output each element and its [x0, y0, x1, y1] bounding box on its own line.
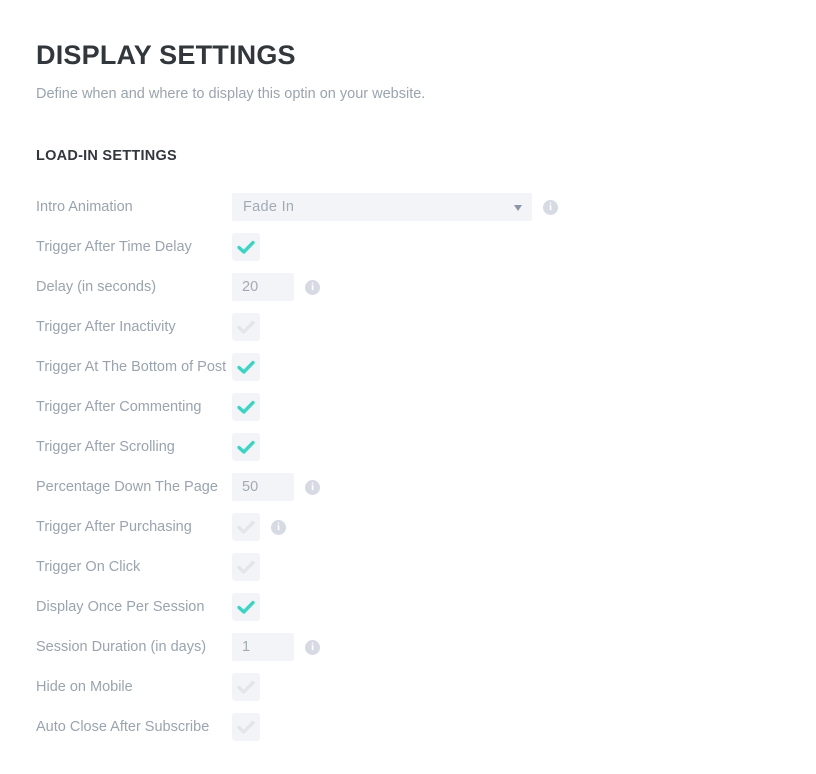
control-intro-animation: Fade In — [232, 193, 558, 221]
control-trigger-after-time-delay — [232, 233, 260, 261]
label-trigger-after-commenting: Trigger After Commenting — [36, 399, 202, 415]
checkbox-trigger-after-commenting[interactable] — [232, 393, 260, 421]
select-value-intro-animation: Fade In — [243, 199, 295, 215]
label-intro-animation: Intro Animation — [36, 199, 133, 215]
checkbox-trigger-after-inactivity[interactable] — [232, 313, 260, 341]
input-delay-in-seconds[interactable] — [232, 273, 294, 301]
page-subtitle: Define when and where to display this op… — [36, 86, 426, 102]
control-trigger-after-inactivity — [232, 313, 260, 341]
check-icon — [237, 600, 255, 614]
check-icon — [237, 360, 255, 374]
checkbox-trigger-at-the-bottom-of-post[interactable] — [232, 353, 260, 381]
control-trigger-after-purchasing — [232, 513, 286, 541]
settings-row-percentage-down-the-page: Percentage Down The Page — [36, 467, 776, 507]
check-icon — [237, 240, 255, 254]
info-icon[interactable] — [305, 279, 320, 295]
input-percentage-down-the-page[interactable] — [232, 473, 294, 501]
info-icon[interactable] — [305, 479, 320, 495]
display-settings-page: DISPLAY SETTINGS Define when and where t… — [0, 0, 816, 774]
chevron-down-icon — [514, 205, 522, 211]
label-trigger-after-time-delay: Trigger After Time Delay — [36, 239, 192, 255]
control-delay-in-seconds — [232, 273, 320, 301]
label-trigger-at-the-bottom-of-post: Trigger At The Bottom of Post — [36, 359, 227, 375]
check-icon — [237, 680, 255, 694]
checkbox-trigger-on-click[interactable] — [232, 553, 260, 581]
input-session-duration-in-days[interactable] — [232, 633, 294, 661]
settings-row-intro-animation: Intro Animation Fade In — [36, 187, 776, 227]
control-trigger-at-the-bottom-of-post — [232, 353, 260, 381]
settings-row-trigger-after-commenting: Trigger After Commenting — [36, 387, 776, 427]
settings-row-session-duration-in-days: Session Duration (in days) — [36, 627, 776, 667]
page-title: DISPLAY SETTINGS — [36, 40, 296, 70]
checkbox-trigger-after-purchasing[interactable] — [232, 513, 260, 541]
settings-rows: Intro Animation Fade In Trigger After Time… — [36, 187, 776, 747]
control-percentage-down-the-page — [232, 473, 320, 501]
info-icon[interactable] — [543, 199, 558, 215]
label-trigger-on-click: Trigger On Click — [36, 559, 141, 575]
select-intro-animation[interactable]: Fade In — [232, 193, 532, 221]
settings-row-display-once-per-session: Display Once Per Session — [36, 587, 776, 627]
settings-row-trigger-after-scrolling: Trigger After Scrolling — [36, 427, 776, 467]
control-display-once-per-session — [232, 593, 260, 621]
checkbox-trigger-after-scrolling[interactable] — [232, 433, 260, 461]
control-session-duration-in-days — [232, 633, 320, 661]
info-icon[interactable] — [305, 639, 320, 655]
label-trigger-after-inactivity: Trigger After Inactivity — [36, 319, 176, 335]
label-display-once-per-session: Display Once Per Session — [36, 599, 205, 615]
check-icon — [237, 520, 255, 534]
label-trigger-after-scrolling: Trigger After Scrolling — [36, 439, 175, 455]
settings-row-trigger-at-the-bottom-of-post: Trigger At The Bottom of Post — [36, 347, 776, 387]
settings-row-trigger-after-time-delay: Trigger After Time Delay — [36, 227, 776, 267]
settings-row-trigger-on-click: Trigger On Click — [36, 547, 776, 587]
control-trigger-on-click — [232, 553, 260, 581]
label-percentage-down-the-page: Percentage Down The Page — [36, 479, 218, 495]
label-delay-in-seconds: Delay (in seconds) — [36, 279, 157, 295]
settings-row-trigger-after-inactivity: Trigger After Inactivity — [36, 307, 776, 347]
checkbox-auto-close-after-subscribe[interactable] — [232, 713, 260, 741]
check-icon — [237, 560, 255, 574]
checkbox-display-once-per-session[interactable] — [232, 593, 260, 621]
settings-row-trigger-after-purchasing: Trigger After Purchasing — [36, 507, 776, 547]
check-icon — [237, 440, 255, 454]
load-in-settings-section: LOAD-IN SETTINGS Intro Animation Fade In T… — [36, 147, 776, 747]
page-header: DISPLAY SETTINGS Define when and where t… — [36, 38, 776, 104]
checkbox-hide-on-mobile[interactable] — [232, 673, 260, 701]
label-auto-close-after-subscribe: Auto Close After Subscribe — [36, 719, 210, 735]
settings-row-delay-in-seconds: Delay (in seconds) — [36, 267, 776, 307]
check-icon — [237, 400, 255, 414]
section-title: LOAD-IN SETTINGS — [36, 148, 177, 164]
info-icon[interactable] — [271, 519, 286, 535]
label-session-duration-in-days: Session Duration (in days) — [36, 639, 207, 655]
settings-row-auto-close-after-subscribe: Auto Close After Subscribe — [36, 707, 776, 747]
control-auto-close-after-subscribe — [232, 713, 260, 741]
check-icon — [237, 720, 255, 734]
check-icon — [237, 320, 255, 334]
control-hide-on-mobile — [232, 673, 260, 701]
settings-row-hide-on-mobile: Hide on Mobile — [36, 667, 776, 707]
label-hide-on-mobile: Hide on Mobile — [36, 679, 133, 695]
control-trigger-after-commenting — [232, 393, 260, 421]
control-trigger-after-scrolling — [232, 433, 260, 461]
checkbox-trigger-after-time-delay[interactable] — [232, 233, 260, 261]
label-trigger-after-purchasing: Trigger After Purchasing — [36, 519, 192, 535]
